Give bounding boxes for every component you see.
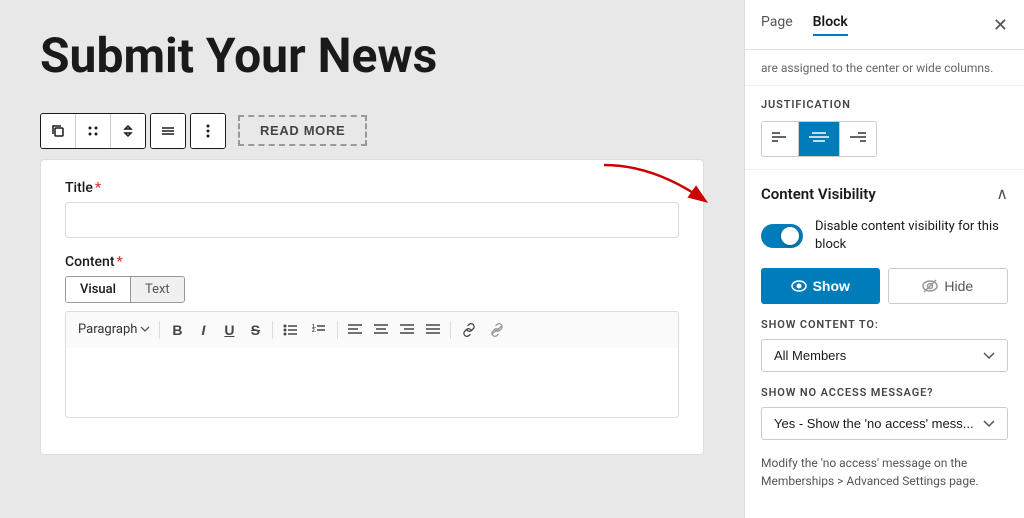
scroll-hint-text: are assigned to the center or wide colum… bbox=[745, 50, 1024, 86]
underline-button[interactable]: U bbox=[217, 318, 241, 342]
title-input[interactable] bbox=[65, 202, 679, 238]
toggle-row: Disable content visibility for this bloc… bbox=[761, 218, 1008, 254]
numbered-list-button[interactable]: 1.2. bbox=[306, 318, 332, 342]
duplicate-button[interactable] bbox=[41, 114, 76, 148]
align-button[interactable] bbox=[151, 114, 185, 148]
toggle-label: Disable content visibility for this bloc… bbox=[815, 218, 1008, 254]
align-center-button[interactable] bbox=[369, 318, 393, 342]
divider-1 bbox=[159, 321, 160, 339]
drag-button[interactable] bbox=[76, 114, 111, 148]
tab-text[interactable]: Text bbox=[131, 277, 184, 302]
sidebar-tab-page[interactable]: Page bbox=[761, 14, 793, 36]
justify-button[interactable] bbox=[421, 318, 445, 342]
cv-header: Content Visibility ∧ bbox=[761, 184, 1008, 204]
paragraph-select[interactable]: Paragraph bbox=[74, 320, 154, 339]
no-access-select[interactable]: Yes - Show the 'no access' mess... bbox=[761, 407, 1008, 440]
content-visibility-section: Content Visibility ∧ Disable content vis… bbox=[745, 170, 1024, 504]
sidebar-tab-bar: Page Block bbox=[761, 14, 848, 36]
toolbar-group-align bbox=[150, 113, 186, 149]
sidebar-close-button[interactable]: ✕ bbox=[993, 16, 1008, 34]
divider-4 bbox=[450, 321, 451, 339]
editor-content-area[interactable] bbox=[65, 348, 679, 418]
unlink-button[interactable] bbox=[484, 318, 510, 342]
show-button[interactable]: Show bbox=[761, 268, 880, 304]
tab-visual[interactable]: Visual bbox=[66, 277, 131, 302]
content-required-star: * bbox=[117, 254, 123, 270]
content-visibility-toggle[interactable] bbox=[761, 224, 803, 248]
align-right-button[interactable] bbox=[395, 318, 419, 342]
cv-title: Content Visibility bbox=[761, 185, 876, 203]
form-block: Title* Content* Visual Text Paragraph B bbox=[40, 159, 704, 455]
content-group: Content* Visual Text Paragraph B I U S bbox=[65, 254, 679, 418]
more-options-button[interactable] bbox=[191, 114, 225, 148]
sidebar: Page Block ✕ are assigned to the center … bbox=[744, 0, 1024, 518]
justify-group bbox=[761, 121, 877, 157]
block-toolbar: READ MORE bbox=[40, 113, 704, 149]
justify-right-button[interactable] bbox=[840, 122, 876, 156]
main-area: Submit Your News bbox=[0, 0, 744, 518]
svg-text:2.: 2. bbox=[312, 328, 317, 334]
justification-label: JUSTIFICATION bbox=[761, 98, 1008, 111]
bold-button[interactable]: B bbox=[165, 318, 189, 342]
justify-left-button[interactable] bbox=[762, 122, 799, 156]
no-access-label: SHOW NO ACCESS MESSAGE? bbox=[761, 386, 1008, 399]
show-content-to-label: SHOW CONTENT TO: bbox=[761, 318, 1008, 331]
sidebar-tab-block[interactable]: Block bbox=[813, 14, 848, 36]
italic-button[interactable]: I bbox=[191, 318, 215, 342]
divider-3 bbox=[337, 321, 338, 339]
move-up-down-button[interactable] bbox=[111, 114, 145, 148]
title-group: Title* bbox=[65, 180, 679, 238]
link-button[interactable] bbox=[456, 318, 482, 342]
show-content-to-select[interactable]: All Members bbox=[761, 339, 1008, 372]
toolbar-group-left bbox=[40, 113, 146, 149]
divider-2 bbox=[272, 321, 273, 339]
no-access-hint: Modify the 'no access' message on the Me… bbox=[761, 454, 1008, 490]
strikethrough-button[interactable]: S bbox=[243, 318, 267, 342]
title-label: Title* bbox=[65, 180, 679, 196]
show-hide-row: Show Hide bbox=[761, 268, 1008, 304]
align-left-button[interactable] bbox=[343, 318, 367, 342]
bullet-list-button[interactable] bbox=[278, 318, 304, 342]
page-title: Submit Your News bbox=[40, 30, 704, 83]
required-star: * bbox=[95, 180, 101, 196]
content-label: Content* bbox=[65, 254, 679, 270]
cv-collapse-button[interactable]: ∧ bbox=[996, 184, 1008, 204]
justify-center-button[interactable] bbox=[799, 122, 840, 156]
justification-section: JUSTIFICATION bbox=[745, 86, 1024, 170]
toolbar-group-more bbox=[190, 113, 226, 149]
hide-button[interactable]: Hide bbox=[888, 268, 1009, 304]
editor-tab-bar: Visual Text bbox=[65, 276, 185, 303]
toggle-thumb bbox=[781, 227, 799, 245]
sidebar-header: Page Block ✕ bbox=[745, 0, 1024, 50]
sidebar-content: are assigned to the center or wide colum… bbox=[745, 50, 1024, 518]
read-more-button[interactable]: READ MORE bbox=[238, 115, 367, 146]
editor-toolbar: Paragraph B I U S 1.2. bbox=[65, 311, 679, 348]
